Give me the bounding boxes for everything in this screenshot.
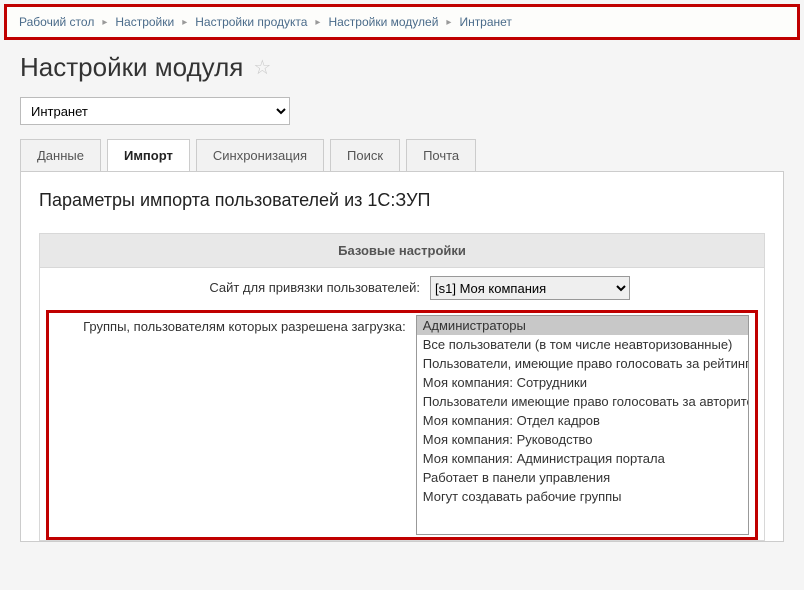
breadcrumb-intranet[interactable]: Интранет <box>459 15 512 29</box>
tabs: Данные Импорт Синхронизация Поиск Почта <box>20 139 784 171</box>
chevron-right-icon: ▸ <box>446 17 451 28</box>
chevron-right-icon: ▸ <box>102 17 107 28</box>
module-select[interactable]: Интранет <box>20 97 290 125</box>
groups-row-highlight: Группы, пользователям которых разрешена … <box>46 310 758 540</box>
list-item[interactable]: Пользователи имеющие право голосовать за… <box>417 392 748 411</box>
groups-listbox[interactable]: Администраторы Все пользователи (в том ч… <box>416 315 749 535</box>
panel-import: Параметры импорта пользователей из 1С:ЗУ… <box>20 171 784 542</box>
basic-settings-panel: Базовые настройки Сайт для привязки поль… <box>39 233 765 541</box>
site-label: Сайт для привязки пользователей: <box>50 276 430 295</box>
chevron-right-icon: ▸ <box>315 17 320 28</box>
tab-sync[interactable]: Синхронизация <box>196 139 324 171</box>
list-item[interactable]: Все пользователи (в том числе неавторизо… <box>417 335 748 354</box>
tab-data[interactable]: Данные <box>20 139 101 171</box>
list-item[interactable]: Могут создавать рабочие группы <box>417 487 748 506</box>
favorite-star-icon[interactable]: ☆ <box>253 55 271 80</box>
breadcrumb: Рабочий стол ▸ Настройки ▸ Настройки про… <box>19 15 785 29</box>
list-item[interactable]: Моя компания: Администрация портала <box>417 449 748 468</box>
module-select-wrap: Интранет <box>20 97 784 125</box>
list-item[interactable]: Пользователи, имеющие право голосовать з… <box>417 354 748 373</box>
list-item[interactable]: Моя компания: Отдел кадров <box>417 411 748 430</box>
list-item[interactable]: Моя компания: Сотрудники <box>417 373 748 392</box>
chevron-right-icon: ▸ <box>182 17 187 28</box>
list-item[interactable]: Моя компания: Руководство <box>417 430 748 449</box>
import-heading: Параметры импорта пользователей из 1С:ЗУ… <box>39 190 765 211</box>
list-item[interactable]: Работает в панели управления <box>417 468 748 487</box>
breadcrumb-desktop[interactable]: Рабочий стол <box>19 15 94 29</box>
tab-search[interactable]: Поиск <box>330 139 400 171</box>
list-item[interactable]: Администраторы <box>417 316 748 335</box>
tab-mail[interactable]: Почта <box>406 139 476 171</box>
breadcrumb-highlight: Рабочий стол ▸ Настройки ▸ Настройки про… <box>4 4 800 40</box>
title-row: Настройки модуля ☆ <box>20 52 784 83</box>
breadcrumb-product-settings[interactable]: Настройки продукта <box>195 15 307 29</box>
site-row: Сайт для привязки пользователей: [s1] Мо… <box>40 268 764 308</box>
tab-import[interactable]: Импорт <box>107 139 190 171</box>
breadcrumb-module-settings[interactable]: Настройки модулей <box>328 15 438 29</box>
breadcrumb-settings[interactable]: Настройки <box>115 15 174 29</box>
site-select[interactable]: [s1] Моя компания <box>430 276 630 300</box>
site-control: [s1] Моя компания <box>430 276 630 300</box>
page-title: Настройки модуля <box>20 52 243 83</box>
basic-settings-header: Базовые настройки <box>40 234 764 268</box>
groups-label: Группы, пользователям которых разрешена … <box>49 315 416 334</box>
